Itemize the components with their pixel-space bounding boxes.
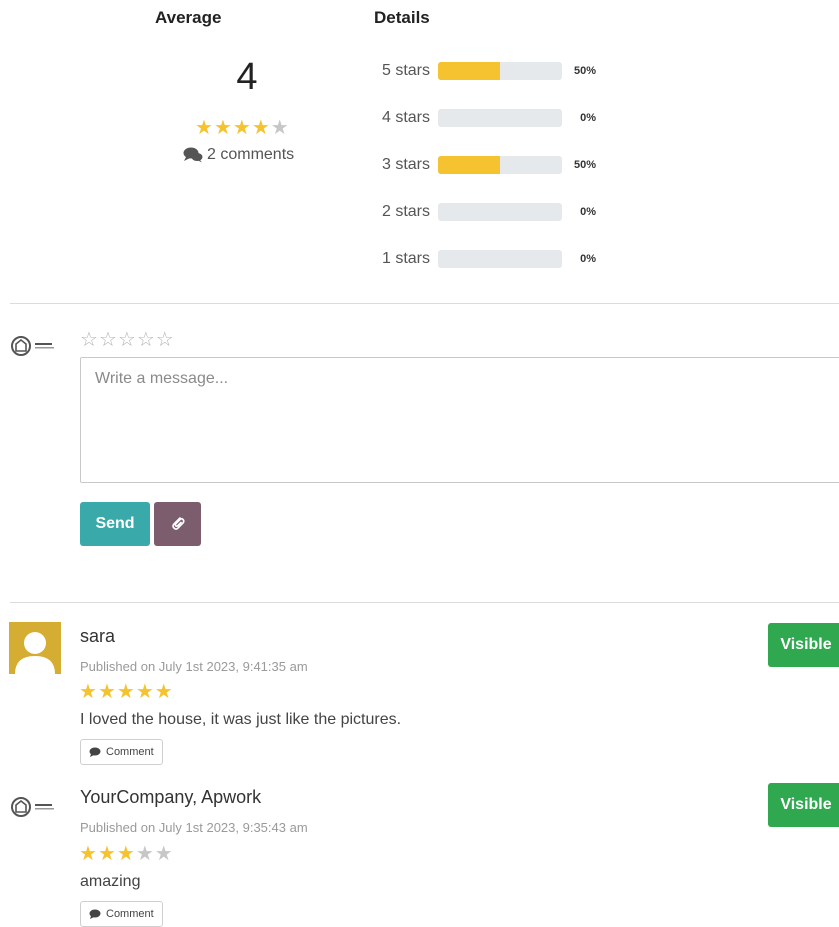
- star-icon: ★: [97, 681, 117, 703]
- breakdown-percent: 50%: [573, 65, 596, 77]
- breakdown-bar: [438, 109, 562, 127]
- review-author[interactable]: YourCompany, Apwork: [80, 787, 261, 808]
- rating-breakdown: 5 stars 50% 4 stars 0% 3 stars 50% 2 sta…: [370, 60, 596, 270]
- send-button[interactable]: Send: [80, 502, 150, 546]
- breakdown-percent: 0%: [580, 253, 596, 265]
- avatar: [9, 622, 61, 674]
- star-icon: ★: [135, 843, 155, 865]
- review-star-rating: ★★★★★: [79, 844, 174, 864]
- breakdown-label: 3 stars: [381, 156, 430, 173]
- comment-button-label: Comment: [106, 746, 154, 758]
- star-icon: ★: [79, 681, 98, 703]
- breakdown-percent: 50%: [573, 159, 596, 171]
- company-logo-icon: [11, 336, 54, 356]
- review-author[interactable]: sara: [80, 626, 115, 647]
- breakdown-row-5: 5 stars 50%: [370, 60, 596, 82]
- comments-count-label: 2 comments: [207, 146, 295, 163]
- comment-button-label: Comment: [106, 908, 154, 920]
- visible-toggle-button[interactable]: Visible: [768, 783, 839, 827]
- breakdown-bar: [438, 156, 562, 174]
- comment-button[interactable]: Comment: [80, 739, 163, 765]
- breakdown-label: 1 stars: [381, 250, 430, 267]
- star-icon: ★: [213, 117, 233, 139]
- star-icon: ★: [195, 117, 214, 139]
- paperclip-icon: [171, 517, 185, 530]
- user-silhouette-icon: [15, 632, 55, 674]
- star-icon: ★: [116, 681, 136, 703]
- composer-star-rating[interactable]: ☆☆☆☆☆: [80, 327, 175, 352]
- comment-icon: [89, 909, 101, 919]
- star-icon: ★: [135, 681, 155, 703]
- star-outline-icon[interactable]: ☆: [156, 329, 175, 351]
- breakdown-percent: 0%: [580, 112, 596, 124]
- breakdown-bar-fill: [438, 62, 500, 80]
- breakdown-row-4: 4 stars 0%: [370, 107, 596, 129]
- star-icon: ★: [270, 117, 290, 139]
- breakdown-label: 5 stars: [381, 62, 430, 79]
- review-published-date: Published on July 1st 2023, 9:35:43 am: [80, 820, 308, 835]
- star-icon: ★: [154, 843, 174, 865]
- star-outline-icon[interactable]: ☆: [99, 329, 118, 351]
- star-icon: ★: [116, 843, 136, 865]
- section-divider: [10, 303, 839, 304]
- comments-icon: [183, 147, 203, 163]
- breakdown-row-2: 2 stars 0%: [370, 201, 596, 223]
- details-heading: Details: [374, 8, 430, 27]
- review-text: amazing: [80, 873, 141, 890]
- star-outline-icon[interactable]: ☆: [118, 329, 137, 351]
- review-published-date: Published on July 1st 2023, 9:41:35 am: [80, 659, 308, 674]
- comment-icon: [89, 747, 101, 757]
- section-divider: [10, 602, 839, 603]
- star-icon: ★: [154, 681, 174, 703]
- message-input[interactable]: [80, 357, 839, 483]
- star-outline-icon[interactable]: ☆: [80, 329, 99, 351]
- breakdown-bar-fill: [438, 156, 500, 174]
- breakdown-row-3: 3 stars 50%: [370, 154, 596, 176]
- breakdown-bar: [438, 250, 562, 268]
- average-heading: Average: [155, 8, 222, 27]
- comment-button[interactable]: Comment: [80, 901, 163, 927]
- breakdown-row-1: 1 stars 0%: [370, 248, 596, 270]
- breakdown-bar: [438, 62, 562, 80]
- star-icon: ★: [79, 843, 98, 865]
- review-star-rating: ★★★★★: [79, 682, 174, 702]
- star-outline-icon[interactable]: ☆: [137, 329, 156, 351]
- star-icon: ★: [232, 117, 252, 139]
- average-rating-value: 4: [236, 56, 258, 98]
- visible-toggle-button[interactable]: Visible: [768, 623, 839, 667]
- attach-button[interactable]: [154, 502, 201, 546]
- review-text: I loved the house, it was just like the …: [80, 711, 402, 728]
- breakdown-bar: [438, 203, 562, 221]
- breakdown-label: 2 stars: [381, 203, 430, 220]
- star-icon: ★: [97, 843, 117, 865]
- average-star-rating: ★★★★★: [195, 118, 290, 138]
- breakdown-label: 4 stars: [381, 109, 430, 126]
- star-icon: ★: [251, 117, 271, 139]
- comments-count: 2 comments: [183, 146, 294, 164]
- company-logo-icon: [11, 797, 54, 817]
- breakdown-percent: 0%: [580, 206, 596, 218]
